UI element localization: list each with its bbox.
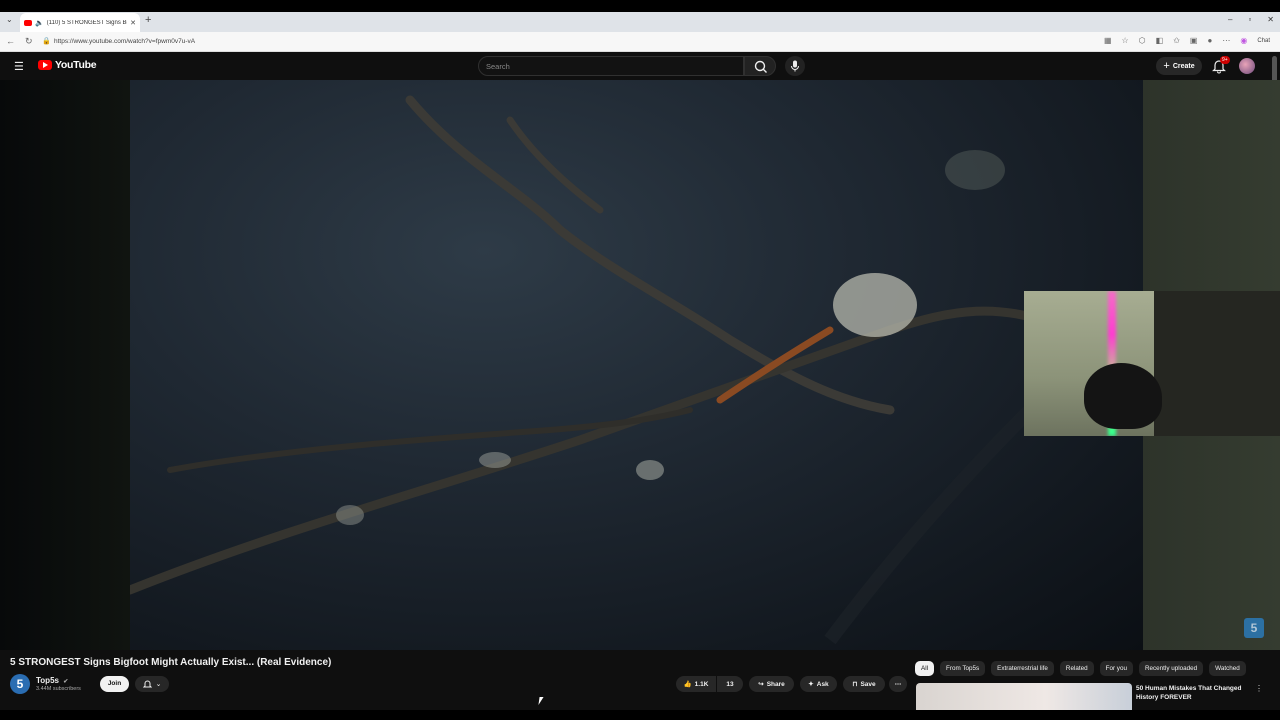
chevron-down-icon: ⌄ xyxy=(155,681,162,688)
dislike-count: 13 xyxy=(726,680,734,688)
back-arrow-icon[interactable]: ← xyxy=(6,36,15,47)
extension-icon[interactable]: ⬡ xyxy=(1139,36,1146,45)
copilot-icon[interactable]: ◉ xyxy=(1240,36,1247,45)
chip-related[interactable]: Related xyxy=(1059,661,1094,676)
account-avatar[interactable] xyxy=(1239,58,1255,74)
browser-tab-bar: ⌄ 🔈 (110) 5 STRONGEST Signs Bi... ✕ + – … xyxy=(0,12,1280,32)
bookmark-icon: ⊓ xyxy=(852,681,858,688)
close-tab-icon[interactable]: ✕ xyxy=(130,19,136,27)
share-button[interactable]: ↪ Share xyxy=(749,676,794,692)
url-text: https://www.youtube.com/watch?v=fpwm0v7u… xyxy=(54,38,196,45)
more-options-icon[interactable]: ⋯ xyxy=(1222,36,1230,45)
thumbs-up-icon: 👍 xyxy=(683,681,692,688)
plus-icon: + xyxy=(1163,60,1170,72)
subscribed-notifications-button[interactable]: ⌄ xyxy=(135,676,169,692)
voice-search-button[interactable] xyxy=(785,56,805,76)
address-bar[interactable]: 🔒 https://www.youtube.com/watch?v=fpwm0v… xyxy=(40,35,1110,49)
channel-avatar[interactable]: 5 xyxy=(10,674,30,694)
new-tab-button[interactable]: + xyxy=(145,14,151,26)
share-label: Share xyxy=(766,680,785,688)
sparkle-icon: ✦ xyxy=(808,681,814,688)
microphone-icon xyxy=(791,60,799,72)
search-icon xyxy=(754,60,767,73)
more-actions-button[interactable]: ⋯ xyxy=(889,676,907,692)
share-arrow-icon: ↪ xyxy=(758,681,764,688)
browser-tab-active[interactable]: 🔈 (110) 5 STRONGEST Signs Bi... ✕ xyxy=(20,13,140,32)
webcam-dark-area xyxy=(1154,291,1280,436)
hamburger-menu-icon[interactable]: ☰ xyxy=(14,60,24,73)
speaker-icon[interactable]: 🔈 xyxy=(35,19,44,27)
notification-badge: 9+ xyxy=(1220,56,1230,64)
branch-scene-image xyxy=(130,95,1075,645)
save-label: Save xyxy=(860,680,876,688)
tab-title: (110) 5 STRONGEST Signs Bi... xyxy=(46,19,128,26)
webcam-person xyxy=(1084,363,1162,429)
youtube-page: ☰ YouTube Search + Create 9+ 5 xyxy=(0,52,1280,710)
reload-icon[interactable]: ↻ xyxy=(25,36,33,47)
chip-watched[interactable]: Watched xyxy=(1209,661,1246,676)
join-button[interactable]: Join xyxy=(100,676,129,692)
recommendation-menu-icon[interactable]: ⋮ xyxy=(1255,684,1263,693)
collections-icon[interactable]: ▣ xyxy=(1190,36,1198,45)
restore-button[interactable]: ▫ xyxy=(1248,15,1251,24)
video-player[interactable]: 5 xyxy=(0,80,1280,650)
create-label: Create xyxy=(1172,62,1195,70)
video-frame[interactable] xyxy=(130,80,1143,650)
chat-label[interactable]: Chat xyxy=(1257,38,1270,44)
window-controls: – ▫ ✕ xyxy=(1228,15,1274,24)
split-view-icon[interactable]: ◧ xyxy=(1156,36,1164,45)
webcam-overlay xyxy=(1024,291,1280,436)
chip-from-top5s[interactable]: From Top5s xyxy=(940,661,986,676)
chip-recently-uploaded[interactable]: Recently uploaded xyxy=(1138,661,1204,676)
like-count: 1.1K xyxy=(694,680,709,688)
create-button[interactable]: + Create xyxy=(1156,57,1202,75)
chip-for-you[interactable]: For you xyxy=(1099,661,1133,676)
recommendation-filter-chips: All From Top5s Extraterrestrial life Rel… xyxy=(915,661,1246,676)
masthead: ☰ YouTube Search + Create 9+ xyxy=(0,52,1280,192)
profile-icon[interactable]: ● xyxy=(1207,36,1212,45)
ambient-left xyxy=(0,80,130,650)
bell-icon xyxy=(142,680,152,688)
favorites-icon[interactable]: ✩ xyxy=(1173,36,1180,45)
chip-extraterrestrial-life[interactable]: Extraterrestrial life xyxy=(991,661,1054,676)
subscriber-count: 3.44M subscribers xyxy=(36,686,81,692)
save-button[interactable]: ⊓ Save xyxy=(843,676,885,692)
youtube-favicon-icon xyxy=(24,19,32,26)
like-button[interactable]: 👍 1.1K xyxy=(676,676,716,692)
site-info-icon[interactable]: 🔒 xyxy=(42,37,51,45)
channel-name[interactable]: Top5s xyxy=(36,676,59,685)
recommendation-thumbnail[interactable] xyxy=(916,683,1132,710)
search-input[interactable]: Search xyxy=(478,56,744,76)
dislike-button[interactable]: 13 xyxy=(717,676,743,692)
screen: ⌄ 🔈 (110) 5 STRONGEST Signs Bi... ✕ + – … xyxy=(0,0,1280,720)
more-horizontal-icon: ⋯ xyxy=(894,681,902,688)
tab-list-chevron-icon[interactable]: ⌄ xyxy=(6,15,13,24)
ask-button[interactable]: ✦ Ask xyxy=(800,676,837,692)
chip-all[interactable]: All xyxy=(915,661,934,676)
verified-check-icon: ✔ xyxy=(63,679,69,685)
youtube-wordmark: YouTube xyxy=(55,59,97,71)
youtube-logo[interactable]: YouTube xyxy=(38,59,97,71)
browser-extensions: ▦ ☆ ⬡ ◧ ✩ ▣ ● ⋯ ◉ Chat xyxy=(1104,36,1270,45)
bookmark-star-icon[interactable]: ☆ xyxy=(1122,36,1129,45)
ask-label: Ask xyxy=(816,680,829,688)
video-title: 5 STRONGEST Signs Bigfoot Might Actually… xyxy=(10,657,332,668)
channel-watermark-icon[interactable]: 5 xyxy=(1244,618,1264,638)
minimize-button[interactable]: – xyxy=(1228,15,1232,24)
search-button[interactable] xyxy=(744,56,776,76)
browser-toolbar: ← ↻ 🔒 https://www.youtube.com/watch?v=fp… xyxy=(0,32,1280,52)
youtube-play-icon xyxy=(38,60,52,70)
channel-name-row[interactable]: Top5s ✔ xyxy=(36,676,68,685)
close-window-button[interactable]: ✕ xyxy=(1267,15,1274,24)
recommendation-title[interactable]: 50 Human Mistakes That Changed History F… xyxy=(1136,684,1254,702)
nav-buttons: ← ↻ xyxy=(6,36,33,47)
apps-icon[interactable]: ▦ xyxy=(1104,36,1112,45)
